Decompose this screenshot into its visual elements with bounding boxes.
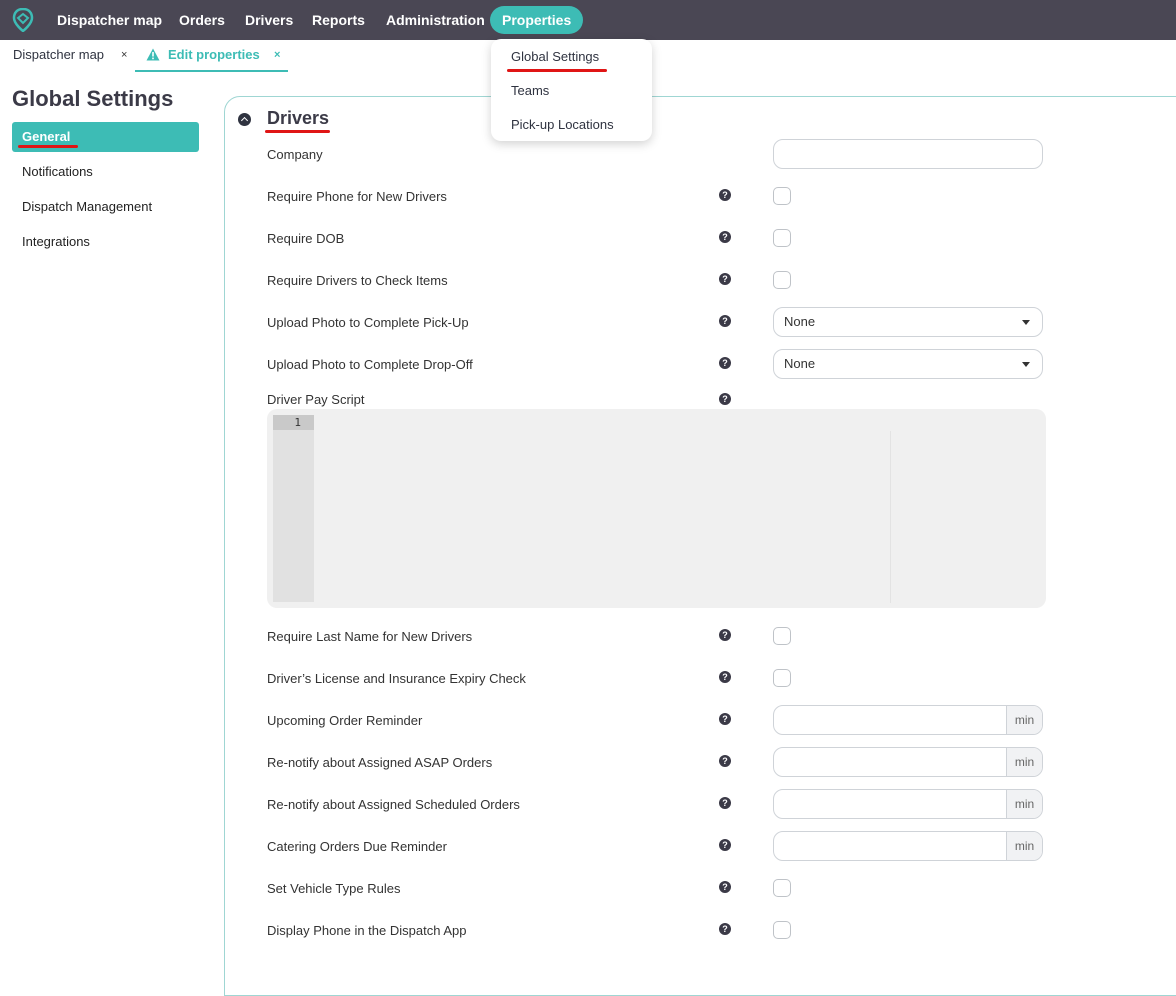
photo-dropoff-select[interactable]: None — [773, 349, 1043, 379]
display-phone-checkbox[interactable] — [773, 921, 791, 939]
menu-item-pickup-locations[interactable]: Pick-up Locations — [511, 117, 614, 132]
renotify-asap-field[interactable] — [774, 748, 1007, 776]
license-check-checkbox[interactable] — [773, 669, 791, 687]
help-icon[interactable]: ? — [719, 839, 731, 851]
pay-script-editor[interactable]: 1 — [267, 409, 1046, 608]
label-photo-pickup: Upload Photo to Complete Pick-Up — [267, 315, 469, 330]
label-company: Company — [267, 147, 323, 162]
help-icon[interactable]: ? — [719, 923, 731, 935]
nav-orders[interactable]: Orders — [167, 6, 237, 34]
label-license-check: Driver’s License and Insurance Expiry Ch… — [267, 671, 526, 686]
help-icon[interactable]: ? — [719, 671, 731, 683]
help-icon[interactable]: ? — [719, 393, 731, 405]
annotation-underline-global-settings — [507, 69, 607, 72]
caret-down-icon — [1022, 320, 1030, 325]
require-last-name-checkbox[interactable] — [773, 627, 791, 645]
help-icon[interactable]: ? — [719, 357, 731, 369]
nav-properties[interactable]: Properties — [490, 6, 584, 34]
unit-addon: min — [1006, 706, 1042, 734]
label-require-phone: Require Phone for New Drivers — [267, 189, 447, 204]
label-display-phone: Display Phone in the Dispatch App — [267, 923, 467, 938]
menu-item-teams[interactable]: Teams — [511, 83, 549, 98]
label-pay-script: Driver Pay Script — [267, 392, 365, 407]
sidebar-item-dispatch-management[interactable]: Dispatch Management — [12, 192, 199, 222]
help-icon[interactable]: ? — [719, 713, 731, 725]
help-icon[interactable]: ? — [719, 315, 731, 327]
sidebar-item-notifications[interactable]: Notifications — [12, 157, 199, 187]
unit-addon: min — [1006, 748, 1042, 776]
require-check-items-checkbox[interactable] — [773, 271, 791, 289]
label-require-dob: Require DOB — [267, 231, 345, 246]
top-navigation-bar: Dispatcher map Orders Drivers Reports Ad… — [0, 0, 1176, 40]
label-upcoming-reminder: Upcoming Order Reminder — [267, 713, 423, 728]
help-icon[interactable]: ? — [719, 231, 731, 243]
tab-dispatcher-map-close-icon[interactable]: × — [121, 40, 127, 71]
renotify-asap-input[interactable]: min — [773, 747, 1043, 777]
catering-reminder-input[interactable]: min — [773, 831, 1043, 861]
label-photo-dropoff: Upload Photo to Complete Drop-Off — [267, 357, 473, 372]
editor-print-margin — [890, 431, 891, 603]
sidebar-title: Global Settings — [12, 86, 174, 111]
help-icon[interactable]: ? — [719, 881, 731, 893]
upcoming-reminder-input[interactable]: min — [773, 705, 1043, 735]
unit-addon: min — [1006, 790, 1042, 818]
nav-dispatcher-map[interactable]: Dispatcher map — [45, 6, 174, 34]
tab-edit-properties[interactable]: Edit properties — [168, 40, 260, 70]
help-icon[interactable]: ? — [719, 273, 731, 285]
collapse-chevron-icon[interactable] — [238, 113, 251, 126]
upcoming-reminder-field[interactable] — [774, 706, 1007, 734]
annotation-underline-general — [18, 145, 78, 148]
section-title-drivers: Drivers — [267, 108, 330, 128]
company-input[interactable] — [773, 139, 1043, 169]
menu-item-global-settings[interactable]: Global Settings — [511, 49, 599, 64]
active-tab-indicator — [135, 70, 288, 72]
help-icon[interactable]: ? — [719, 797, 731, 809]
label-renotify-scheduled: Re-notify about Assigned Scheduled Order… — [267, 797, 520, 812]
editor-gutter: 1 — [273, 415, 314, 602]
help-icon[interactable]: ? — [719, 755, 731, 767]
properties-dropdown-menu: Global Settings Teams Pick-up Locations — [491, 39, 652, 141]
nav-drivers[interactable]: Drivers — [233, 6, 305, 34]
editor-line-number: 1 — [273, 415, 314, 430]
label-vehicle-rules: Set Vehicle Type Rules — [267, 881, 401, 896]
vehicle-rules-checkbox[interactable] — [773, 879, 791, 897]
renotify-scheduled-input[interactable]: min — [773, 789, 1043, 819]
nav-reports[interactable]: Reports — [300, 6, 377, 34]
require-dob-checkbox[interactable] — [773, 229, 791, 247]
catering-reminder-field[interactable] — [774, 832, 1007, 860]
label-renotify-asap: Re-notify about Assigned ASAP Orders — [267, 755, 493, 770]
help-icon[interactable]: ? — [719, 629, 731, 641]
label-catering-reminder: Catering Orders Due Reminder — [267, 839, 447, 854]
tab-dispatcher-map[interactable]: Dispatcher map — [13, 40, 104, 70]
photo-pickup-value: None — [784, 314, 816, 329]
logo-icon[interactable] — [12, 8, 34, 32]
tab-edit-properties-close-icon[interactable]: × — [274, 40, 280, 71]
photo-dropoff-value: None — [784, 356, 816, 371]
help-icon[interactable]: ? — [719, 189, 731, 201]
warning-icon — [146, 48, 160, 61]
label-require-last-name: Require Last Name for New Drivers — [267, 629, 473, 644]
label-require-check-items: Require Drivers to Check Items — [267, 273, 448, 288]
require-phone-checkbox[interactable] — [773, 187, 791, 205]
annotation-underline-drivers — [265, 130, 330, 133]
unit-addon: min — [1006, 832, 1042, 860]
nav-administration[interactable]: Administration — [374, 6, 497, 34]
photo-pickup-select[interactable]: None — [773, 307, 1043, 337]
caret-down-icon — [1022, 362, 1030, 367]
sidebar-item-integrations[interactable]: Integrations — [12, 227, 199, 257]
renotify-scheduled-field[interactable] — [774, 790, 1007, 818]
